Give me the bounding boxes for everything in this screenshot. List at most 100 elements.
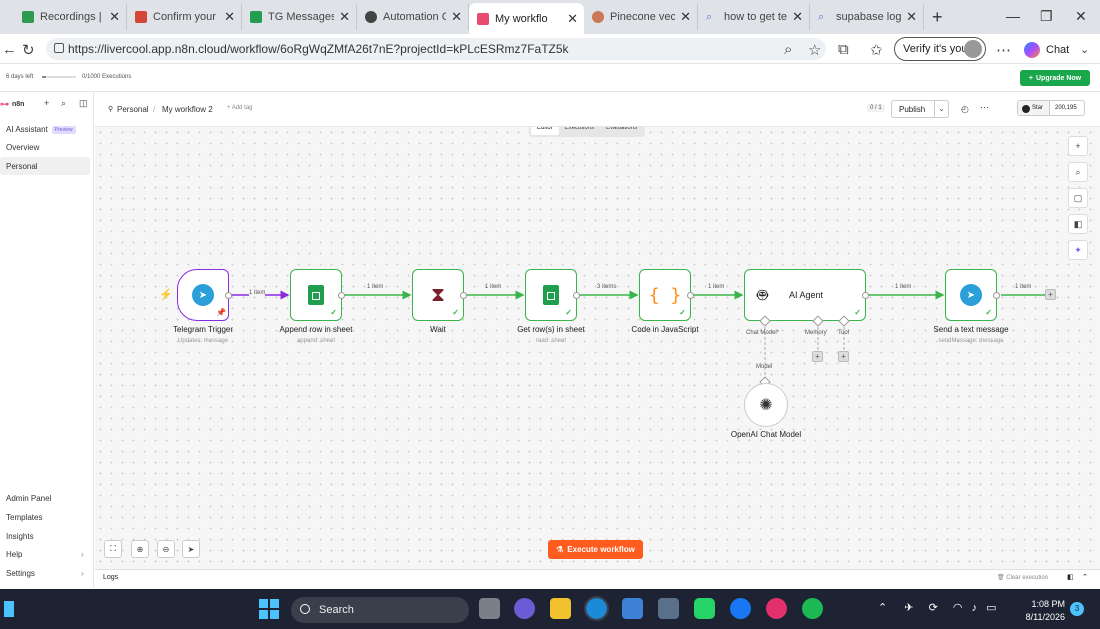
favorites-bar-icon[interactable]: ✩	[870, 41, 883, 59]
add-tag-link[interactable]: + Add tag	[227, 105, 253, 111]
volume-icon[interactable]: ♪	[972, 602, 978, 614]
verify-profile-button[interactable]: Verify it's you	[894, 37, 986, 61]
node-wait[interactable]: ⧗ ✓	[412, 269, 464, 321]
sidebar-item-insights[interactable]: Insights	[6, 532, 34, 541]
network-off-icon[interactable]: ✈	[904, 602, 913, 614]
output-port[interactable]	[862, 292, 869, 299]
fit-view-icon[interactable]: ⛶	[104, 540, 122, 558]
tab-tg-messages[interactable]: TG Messages -✕	[242, 4, 357, 30]
output-port[interactable]	[338, 292, 345, 299]
chevron-down-icon[interactable]: ⌄	[1080, 43, 1089, 56]
chevron-up-icon[interactable]: ⌃	[1082, 573, 1088, 581]
sidebar-item-ai-assistant[interactable]: AI Assistant Preview	[6, 125, 76, 134]
close-icon[interactable]: ✕	[339, 9, 350, 25]
sidebar-item-help[interactable]: Help	[6, 550, 22, 559]
start-button[interactable]	[259, 599, 279, 619]
store-icon[interactable]	[622, 598, 643, 619]
node-ai-agent[interactable]: 🤖︎ AI Agent ✓	[744, 269, 866, 321]
copilot-chat-button[interactable]: Chat	[1024, 42, 1069, 58]
add-memory-button[interactable]: +	[812, 351, 823, 362]
widgets-icon[interactable]	[4, 601, 14, 617]
reload-icon[interactable]: ↻	[22, 41, 35, 59]
edge-icon[interactable]	[584, 596, 609, 621]
sidebar-item-settings[interactable]: Settings	[6, 569, 35, 578]
window-close-icon[interactable]: ✕	[1075, 8, 1087, 25]
tab-how-to-get[interactable]: ⌕ how to get tele✕	[698, 4, 810, 30]
zoom-out-icon[interactable]: ⊖	[157, 540, 175, 558]
sidebar-item-templates[interactable]: Templates	[6, 513, 42, 522]
output-port[interactable]	[687, 292, 694, 299]
task-view-icon[interactable]	[479, 598, 500, 619]
add-next-node-button[interactable]: +	[1045, 289, 1056, 300]
sync-icon[interactable]: ⟳	[929, 602, 938, 614]
github-star-button[interactable]: Star 200,195	[1017, 100, 1085, 116]
sidebar-item-admin-panel[interactable]: Admin Panel	[6, 494, 51, 503]
history-icon[interactable]: ◴	[961, 104, 969, 115]
output-port[interactable]	[460, 292, 467, 299]
upgrade-now-button[interactable]: + Upgrade Now	[1020, 70, 1090, 86]
execute-workflow-button[interactable]: ⚗ Execute workflow	[548, 540, 643, 559]
collapse-sidebar-icon[interactable]: ◫	[79, 98, 88, 109]
teams-icon[interactable]	[514, 598, 535, 619]
taskbar-search[interactable]: Search	[291, 597, 469, 623]
notification-badge[interactable]: 3	[1070, 602, 1084, 616]
node-telegram-trigger[interactable]: ➤ 📌	[177, 269, 229, 321]
more-icon[interactable]: ⋯	[996, 41, 1011, 59]
create-icon[interactable]: +	[44, 98, 49, 108]
back-icon[interactable]: ←	[2, 41, 17, 58]
logs-bar[interactable]: Logs 🗑︎ Clear execution ◧ ⌃	[95, 569, 1100, 587]
clock[interactable]: 1:08 PM 8/11/2026	[1021, 598, 1065, 624]
tab-confirm-email[interactable]: Confirm your e ✕	[127, 4, 242, 30]
music-app-icon[interactable]	[766, 598, 787, 619]
node-code[interactable]: { } ✓	[639, 269, 691, 321]
node-send-message[interactable]: ➤ ✓	[945, 269, 997, 321]
workflow-name[interactable]: My workflow 2	[162, 105, 213, 114]
restore-icon[interactable]: ❐	[1040, 8, 1053, 25]
close-icon[interactable]: ✕	[680, 9, 691, 25]
zoom-in-icon[interactable]: ⊕	[131, 540, 149, 558]
site-info-icon[interactable]	[54, 43, 64, 53]
chevron-up-icon[interactable]: ⌃	[878, 602, 887, 614]
favorite-icon[interactable]: ☆	[808, 41, 821, 59]
close-icon[interactable]: ✕	[109, 9, 120, 25]
publish-button[interactable]: Publish ⌄	[891, 100, 949, 118]
zoom-icon[interactable]: ⌕	[784, 41, 792, 58]
close-icon[interactable]: ✕	[451, 9, 462, 25]
popout-icon[interactable]: ◧	[1067, 573, 1074, 581]
battery-icon[interactable]: ▭	[986, 602, 996, 614]
more-icon[interactable]: ⋯	[980, 102, 989, 113]
spotify-icon[interactable]	[802, 598, 823, 619]
sidebar-item-overview[interactable]: Overview	[6, 143, 39, 152]
n8n-logo[interactable]: ⊶ n8n	[0, 99, 24, 110]
add-tool-button[interactable]: +	[838, 351, 849, 362]
node-append-row[interactable]: ✓	[290, 269, 342, 321]
workflow-canvas[interactable]: Editor Executions Evaluations + ⌕ ▢ ◧ ✦ …	[95, 127, 1100, 569]
close-icon[interactable]: ✕	[567, 11, 578, 27]
output-port[interactable]	[993, 292, 1000, 299]
search-icon[interactable]: ⌕	[61, 98, 66, 109]
sidebar-item-personal[interactable]: Personal	[6, 162, 38, 171]
chevron-down-icon[interactable]: ⌄	[934, 101, 948, 117]
url-field[interactable]: https://livercool.app.n8n.cloud/workflow…	[46, 38, 826, 60]
tab-automation[interactable]: Automation Ch✕	[357, 4, 469, 30]
file-explorer-icon[interactable]	[550, 598, 571, 619]
wifi-icon[interactable]: ◠	[953, 602, 963, 614]
close-icon[interactable]: ✕	[792, 9, 803, 25]
output-port[interactable]	[225, 292, 232, 299]
tab-pinecone[interactable]: Pinecone vecto✕	[584, 4, 698, 30]
tab-supabase[interactable]: ⌕ supabase login✕	[810, 4, 924, 30]
close-icon[interactable]: ✕	[224, 9, 235, 25]
breadcrumb-project[interactable]: Personal	[117, 105, 149, 114]
photos-icon[interactable]	[658, 598, 679, 619]
node-get-rows[interactable]: ✓	[525, 269, 577, 321]
close-icon[interactable]: ✕	[906, 9, 917, 25]
new-tab-button[interactable]: +	[932, 7, 943, 28]
clear-execution-button[interactable]: 🗑︎ Clear execution	[997, 574, 1048, 581]
facebook-icon[interactable]	[730, 598, 751, 619]
tab-recordings[interactable]: Recordings | Ne✕	[14, 4, 127, 30]
output-port[interactable]	[573, 292, 580, 299]
node-openai-chat-model[interactable]: ✺	[744, 383, 788, 427]
tab-my-workflow[interactable]: My workflo ✕	[469, 3, 584, 34]
select-mode-icon[interactable]: ➤	[182, 540, 200, 558]
minimize-icon[interactable]: —	[1006, 8, 1020, 24]
